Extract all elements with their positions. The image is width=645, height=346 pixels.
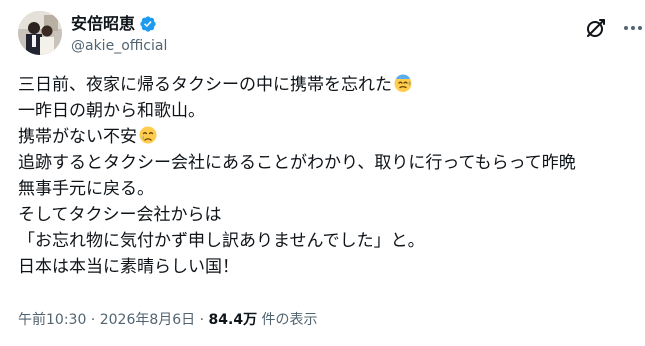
post-text-line: 追跡するとタクシー会社にあることがわかり、取りに行ってもらって昨晩 <box>18 153 576 173</box>
more-icon[interactable] <box>621 16 645 40</box>
post-time[interactable]: 午前10:30 <box>18 312 86 328</box>
post-text-line: そしてタクシー会社からは <box>18 205 222 225</box>
views-count[interactable]: 84.4万 <box>209 312 258 328</box>
post-text: 三日前、夜家に帰るタクシーの中に携帯を忘れた 一昨日の朝から和歌山。 携帯がない… <box>18 72 630 280</box>
avatar-image <box>18 11 62 55</box>
post-header: 安倍昭恵 @akie_official <box>18 11 642 59</box>
post-text-line: 一昨日の朝から和歌山。 <box>18 101 205 121</box>
name-row: 安倍昭恵 <box>71 13 157 35</box>
crying-emoji-icon <box>138 125 158 145</box>
grok-icon[interactable] <box>584 16 608 40</box>
post-date[interactable]: 2026年8月6日 <box>100 312 195 328</box>
sweat-emoji-icon <box>393 73 413 93</box>
post-meta: 午前10:30 · 2026年8月6日 · 84.4万 件の表示 <box>18 310 318 330</box>
verified-badge-icon <box>139 15 157 33</box>
meta-separator: · <box>86 312 100 328</box>
avatar[interactable] <box>18 11 62 55</box>
post-text-line: 三日前、夜家に帰るタクシーの中に携帯を忘れた <box>18 72 630 98</box>
post-card: 安倍昭恵 @akie_official 三日前、夜家に帰るタクシーの中に携帯を忘… <box>0 0 645 346</box>
post-text-line: 「お忘れ物に気付かず申し訳ありませんでした」と。 <box>18 231 425 251</box>
post-text-line: 無事手元に戻る。 <box>18 179 154 199</box>
views-label: 件の表示 <box>257 312 318 328</box>
post-text-line: 日本は本当に素晴らしい国！ <box>18 257 239 277</box>
post-text-line: 携帯がない不安 <box>18 124 630 150</box>
user-handle[interactable]: @akie_official <box>71 37 167 55</box>
meta-separator: · <box>195 312 209 328</box>
display-name[interactable]: 安倍昭恵 <box>71 14 135 34</box>
